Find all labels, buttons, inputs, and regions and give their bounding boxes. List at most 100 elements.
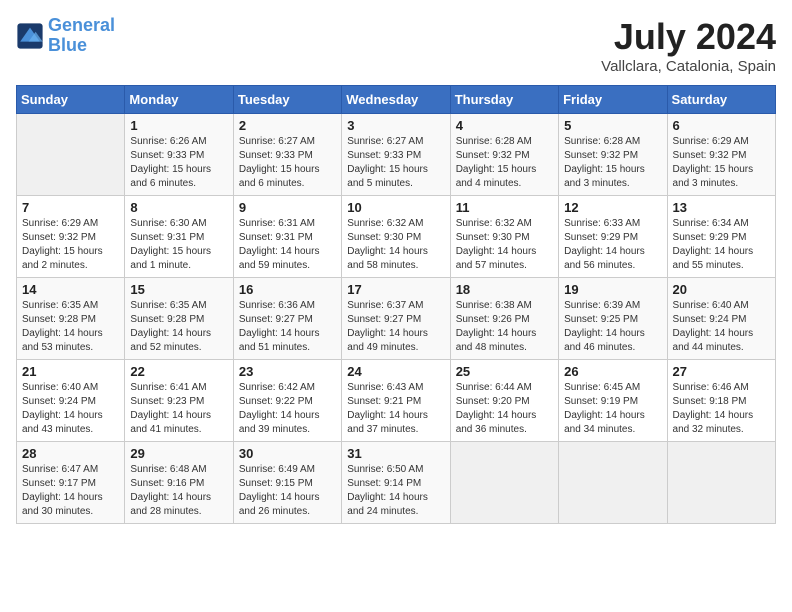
calendar-cell: 21Sunrise: 6:40 AM Sunset: 9:24 PM Dayli… xyxy=(17,360,125,442)
day-info: Sunrise: 6:36 AM Sunset: 9:27 PM Dayligh… xyxy=(239,299,336,355)
day-info: Sunrise: 6:42 AM Sunset: 9:22 PM Dayligh… xyxy=(239,381,336,437)
page-header: General Blue July 2024 Vallclara, Catalo… xyxy=(16,16,776,75)
calendar-cell: 4Sunrise: 6:28 AM Sunset: 9:32 PM Daylig… xyxy=(450,114,558,196)
logo-icon xyxy=(16,22,44,50)
calendar-cell: 31 Sunrise: 6:50 AM Sunset: 9:14 PM Dayli… xyxy=(342,442,450,524)
month-year: July 2024 xyxy=(601,16,776,58)
calendar-cell: 24 Sunrise: 6:43 AM Sunset: 9:21 PM Dayli… xyxy=(342,360,450,442)
title-block: July 2024 Vallclara, Catalonia, Spain xyxy=(601,16,776,75)
calendar-cell: 19Sunrise: 6:39 AM Sunset: 9:25 PM Dayli… xyxy=(559,278,667,360)
day-number: 15 xyxy=(130,282,227,297)
day-info: Sunrise: 6:35 AM Sunset: 9:28 PM Dayligh… xyxy=(22,299,119,355)
week-row-2: 7 Sunrise: 6:29 AM Sunset: 9:32 PM Daylig… xyxy=(17,196,776,278)
calendar-cell: 7 Sunrise: 6:29 AM Sunset: 9:32 PM Daylig… xyxy=(17,196,125,278)
day-info: Sunrise: 6:40 AM Sunset: 9:24 PM Dayligh… xyxy=(673,299,770,355)
day-info: Sunrise: 6:50 AM Sunset: 9:14 PM Dayligh… xyxy=(347,463,444,519)
day-number: 18 xyxy=(456,282,553,297)
day-number: 2 xyxy=(239,118,336,133)
logo: General Blue xyxy=(16,16,115,56)
calendar-cell: 25Sunrise: 6:44 AM Sunset: 9:20 PM Dayli… xyxy=(450,360,558,442)
day-number: 31 xyxy=(347,446,444,461)
header-cell-sunday: Sunday xyxy=(17,86,125,114)
week-row-5: 28Sunrise: 6:47 AM Sunset: 9:17 PM Dayli… xyxy=(17,442,776,524)
day-number: 21 xyxy=(22,364,119,379)
calendar-cell: 20 Sunrise: 6:40 AM Sunset: 9:24 PM Dayli… xyxy=(667,278,775,360)
day-number: 11 xyxy=(456,200,553,215)
day-number: 25 xyxy=(456,364,553,379)
day-info: Sunrise: 6:33 AM Sunset: 9:29 PM Dayligh… xyxy=(564,217,661,273)
calendar-cell: 23 Sunrise: 6:42 AM Sunset: 9:22 PM Dayli… xyxy=(233,360,341,442)
calendar-cell: 17 Sunrise: 6:37 AM Sunset: 9:27 PM Dayli… xyxy=(342,278,450,360)
day-info: Sunrise: 6:43 AM Sunset: 9:21 PM Dayligh… xyxy=(347,381,444,437)
day-number: 20 xyxy=(673,282,770,297)
calendar-cell xyxy=(667,442,775,524)
calendar-cell: 11 Sunrise: 6:32 AM Sunset: 9:30 PM Dayli… xyxy=(450,196,558,278)
day-number: 26 xyxy=(564,364,661,379)
header-cell-wednesday: Wednesday xyxy=(342,86,450,114)
day-number: 1 xyxy=(130,118,227,133)
day-info: Sunrise: 6:29 AM Sunset: 9:32 PM Dayligh… xyxy=(673,135,770,191)
day-number: 3 xyxy=(347,118,444,133)
day-number: 28 xyxy=(22,446,119,461)
calendar-cell: 13Sunrise: 6:34 AM Sunset: 9:29 PM Dayli… xyxy=(667,196,775,278)
day-info: Sunrise: 6:34 AM Sunset: 9:29 PM Dayligh… xyxy=(673,217,770,273)
day-info: Sunrise: 6:45 AM Sunset: 9:19 PM Dayligh… xyxy=(564,381,661,437)
day-info: Sunrise: 6:26 AM Sunset: 9:33 PM Dayligh… xyxy=(130,135,227,191)
day-number: 17 xyxy=(347,282,444,297)
day-number: 5 xyxy=(564,118,661,133)
header-cell-thursday: Thursday xyxy=(450,86,558,114)
week-row-4: 21Sunrise: 6:40 AM Sunset: 9:24 PM Dayli… xyxy=(17,360,776,442)
day-info: Sunrise: 6:35 AM Sunset: 9:28 PM Dayligh… xyxy=(130,299,227,355)
day-number: 14 xyxy=(22,282,119,297)
day-info: Sunrise: 6:27 AM Sunset: 9:33 PM Dayligh… xyxy=(239,135,336,191)
calendar-cell: 2 Sunrise: 6:27 AM Sunset: 9:33 PM Daylig… xyxy=(233,114,341,196)
day-info: Sunrise: 6:39 AM Sunset: 9:25 PM Dayligh… xyxy=(564,299,661,355)
header-row: SundayMondayTuesdayWednesdayThursdayFrid… xyxy=(17,86,776,114)
day-number: 7 xyxy=(22,200,119,215)
day-info: Sunrise: 6:31 AM Sunset: 9:31 PM Dayligh… xyxy=(239,217,336,273)
day-info: Sunrise: 6:32 AM Sunset: 9:30 PM Dayligh… xyxy=(347,217,444,273)
calendar-cell: 1 Sunrise: 6:26 AM Sunset: 9:33 PM Daylig… xyxy=(125,114,233,196)
calendar-cell: 28Sunrise: 6:47 AM Sunset: 9:17 PM Dayli… xyxy=(17,442,125,524)
header-cell-friday: Friday xyxy=(559,86,667,114)
day-info: Sunrise: 6:49 AM Sunset: 9:15 PM Dayligh… xyxy=(239,463,336,519)
header-cell-tuesday: Tuesday xyxy=(233,86,341,114)
header-cell-monday: Monday xyxy=(125,86,233,114)
day-info: Sunrise: 6:27 AM Sunset: 9:33 PM Dayligh… xyxy=(347,135,444,191)
calendar-cell: 5Sunrise: 6:28 AM Sunset: 9:32 PM Daylig… xyxy=(559,114,667,196)
day-info: Sunrise: 6:32 AM Sunset: 9:30 PM Dayligh… xyxy=(456,217,553,273)
week-row-3: 14 Sunrise: 6:35 AM Sunset: 9:28 PM Dayli… xyxy=(17,278,776,360)
calendar-cell: 30Sunrise: 6:49 AM Sunset: 9:15 PM Dayli… xyxy=(233,442,341,524)
day-number: 22 xyxy=(130,364,227,379)
day-number: 16 xyxy=(239,282,336,297)
calendar-cell: 22 Sunrise: 6:41 AM Sunset: 9:23 PM Dayli… xyxy=(125,360,233,442)
calendar-table: SundayMondayTuesdayWednesdayThursdayFrid… xyxy=(16,85,776,524)
calendar-cell xyxy=(17,114,125,196)
day-number: 9 xyxy=(239,200,336,215)
day-info: Sunrise: 6:37 AM Sunset: 9:27 PM Dayligh… xyxy=(347,299,444,355)
calendar-cell: 8 Sunrise: 6:30 AM Sunset: 9:31 PM Daylig… xyxy=(125,196,233,278)
calendar-cell: 16 Sunrise: 6:36 AM Sunset: 9:27 PM Dayli… xyxy=(233,278,341,360)
day-info: Sunrise: 6:41 AM Sunset: 9:23 PM Dayligh… xyxy=(130,381,227,437)
day-number: 8 xyxy=(130,200,227,215)
day-number: 29 xyxy=(130,446,227,461)
calendar-cell: 29 Sunrise: 6:48 AM Sunset: 9:16 PM Dayli… xyxy=(125,442,233,524)
day-number: 23 xyxy=(239,364,336,379)
calendar-cell: 12Sunrise: 6:33 AM Sunset: 9:29 PM Dayli… xyxy=(559,196,667,278)
day-info: Sunrise: 6:28 AM Sunset: 9:32 PM Dayligh… xyxy=(456,135,553,191)
week-row-1: 1 Sunrise: 6:26 AM Sunset: 9:33 PM Daylig… xyxy=(17,114,776,196)
day-info: Sunrise: 6:48 AM Sunset: 9:16 PM Dayligh… xyxy=(130,463,227,519)
day-number: 27 xyxy=(673,364,770,379)
day-number: 24 xyxy=(347,364,444,379)
calendar-cell: 26 Sunrise: 6:45 AM Sunset: 9:19 PM Dayli… xyxy=(559,360,667,442)
calendar-cell: 10Sunrise: 6:32 AM Sunset: 9:30 PM Dayli… xyxy=(342,196,450,278)
day-info: Sunrise: 6:38 AM Sunset: 9:26 PM Dayligh… xyxy=(456,299,553,355)
day-info: Sunrise: 6:30 AM Sunset: 9:31 PM Dayligh… xyxy=(130,217,227,273)
header-cell-saturday: Saturday xyxy=(667,86,775,114)
day-info: Sunrise: 6:29 AM Sunset: 9:32 PM Dayligh… xyxy=(22,217,119,273)
calendar-cell: 3 Sunrise: 6:27 AM Sunset: 9:33 PM Daylig… xyxy=(342,114,450,196)
calendar-cell: 27Sunrise: 6:46 AM Sunset: 9:18 PM Dayli… xyxy=(667,360,775,442)
calendar-cell: 18 Sunrise: 6:38 AM Sunset: 9:26 PM Dayli… xyxy=(450,278,558,360)
calendar-cell: 15 Sunrise: 6:35 AM Sunset: 9:28 PM Dayli… xyxy=(125,278,233,360)
calendar-cell xyxy=(450,442,558,524)
